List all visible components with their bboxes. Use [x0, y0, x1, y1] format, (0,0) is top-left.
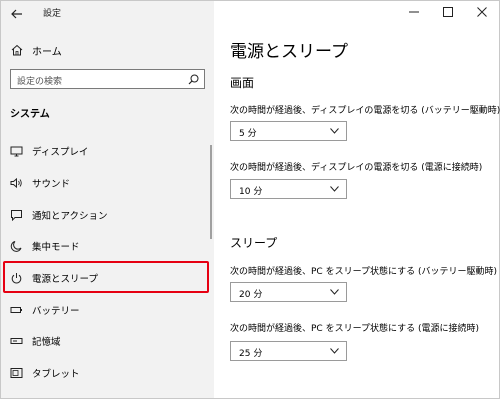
sidebar-item-label: バッテリー [32, 306, 80, 317]
moon-icon [10, 241, 22, 252]
tablet-icon [10, 368, 23, 378]
sleep-plugged-dropdown[interactable]: 25 分 [230, 341, 347, 361]
screen-battery-label: 次の時間が経過後、ディスプレイの電源を切る (バッテリー駆動時) [230, 106, 500, 116]
sidebar-item-storage[interactable]: 記憶域 [1, 326, 214, 356]
section-title: システム [10, 109, 50, 120]
minimize-icon [409, 11, 419, 13]
sidebar-item-tablet[interactable]: タブレット [1, 358, 214, 388]
chevron-down-icon [330, 348, 339, 354]
search-placeholder: 設定の検索 [17, 77, 63, 87]
screen-plugged-label: 次の時間が経過後、ディスプレイの電源を切る (電源に接続時) [230, 163, 483, 173]
sidebar-item-label: 記憶域 [32, 337, 61, 348]
sidebar-item-label: 集中モード [32, 242, 80, 253]
page-title: 電源とスリープ [230, 42, 348, 62]
dropdown-value: 5 分 [239, 129, 257, 139]
dropdown-value: 10 分 [239, 187, 263, 197]
sidebar-item-label: タブレット [32, 369, 80, 380]
sidebar-item-focus[interactable]: 集中モード [1, 231, 214, 261]
sidebar-item-label: ホーム [32, 47, 62, 58]
sidebar-item-label: サウンド [32, 179, 71, 190]
back-arrow-icon [11, 9, 22, 19]
dropdown-value: 20 分 [239, 290, 263, 300]
sidebar-item-battery[interactable]: バッテリー [1, 295, 214, 325]
search-input[interactable]: 設定の検索 [10, 69, 205, 89]
maximize-button[interactable] [431, 1, 465, 23]
speaker-icon [10, 177, 22, 189]
sleep-plugged-label: 次の時間が経過後、PC をスリープ状態にする (電源に接続時) [230, 324, 480, 334]
chevron-down-icon [330, 289, 339, 295]
sidebar-item-notifications[interactable]: 通知とアクション [1, 200, 214, 230]
sleep-heading: スリープ [230, 236, 278, 250]
settings-window: 設定 ホーム 設定の検索 システム ディスプレイ サウンド 通知とアクション 集… [0, 0, 500, 399]
selection-highlight [3, 261, 209, 293]
monitor-icon [10, 146, 23, 157]
minimize-button[interactable] [397, 1, 431, 23]
notification-icon [11, 210, 22, 221]
sleep-battery-label: 次の時間が経過後、PC をスリープ状態にする (バッテリー駆動時) [230, 267, 498, 277]
sidebar-item-home[interactable]: ホーム [1, 39, 214, 61]
sleep-battery-dropdown[interactable]: 20 分 [230, 282, 347, 302]
screen-plugged-dropdown[interactable]: 10 分 [230, 179, 347, 199]
sidebar: 設定 ホーム 設定の検索 システム ディスプレイ サウンド 通知とアクション 集… [1, 1, 214, 398]
maximize-icon [443, 7, 453, 17]
app-title: 設定 [43, 9, 62, 19]
back-button[interactable] [7, 4, 27, 24]
window-controls [397, 1, 499, 25]
home-icon [11, 44, 23, 56]
chevron-down-icon [330, 128, 339, 134]
sidebar-item-sound[interactable]: サウンド [1, 168, 214, 198]
screen-battery-dropdown[interactable]: 5 分 [230, 121, 347, 141]
title-bar: 設定 [1, 1, 214, 27]
sidebar-scrollbar[interactable] [210, 145, 212, 239]
close-button[interactable] [465, 1, 499, 23]
sidebar-item-label: ディスプレイ [32, 147, 89, 158]
close-icon [477, 7, 487, 17]
battery-icon [10, 307, 22, 313]
chevron-down-icon [330, 186, 339, 192]
sidebar-item-label: 通知とアクション [32, 211, 108, 222]
screen-heading: 画面 [230, 76, 255, 90]
storage-icon [10, 338, 23, 344]
dropdown-value: 25 分 [239, 349, 263, 359]
search-icon [188, 74, 199, 85]
sidebar-item-display[interactable]: ディスプレイ [1, 136, 214, 166]
